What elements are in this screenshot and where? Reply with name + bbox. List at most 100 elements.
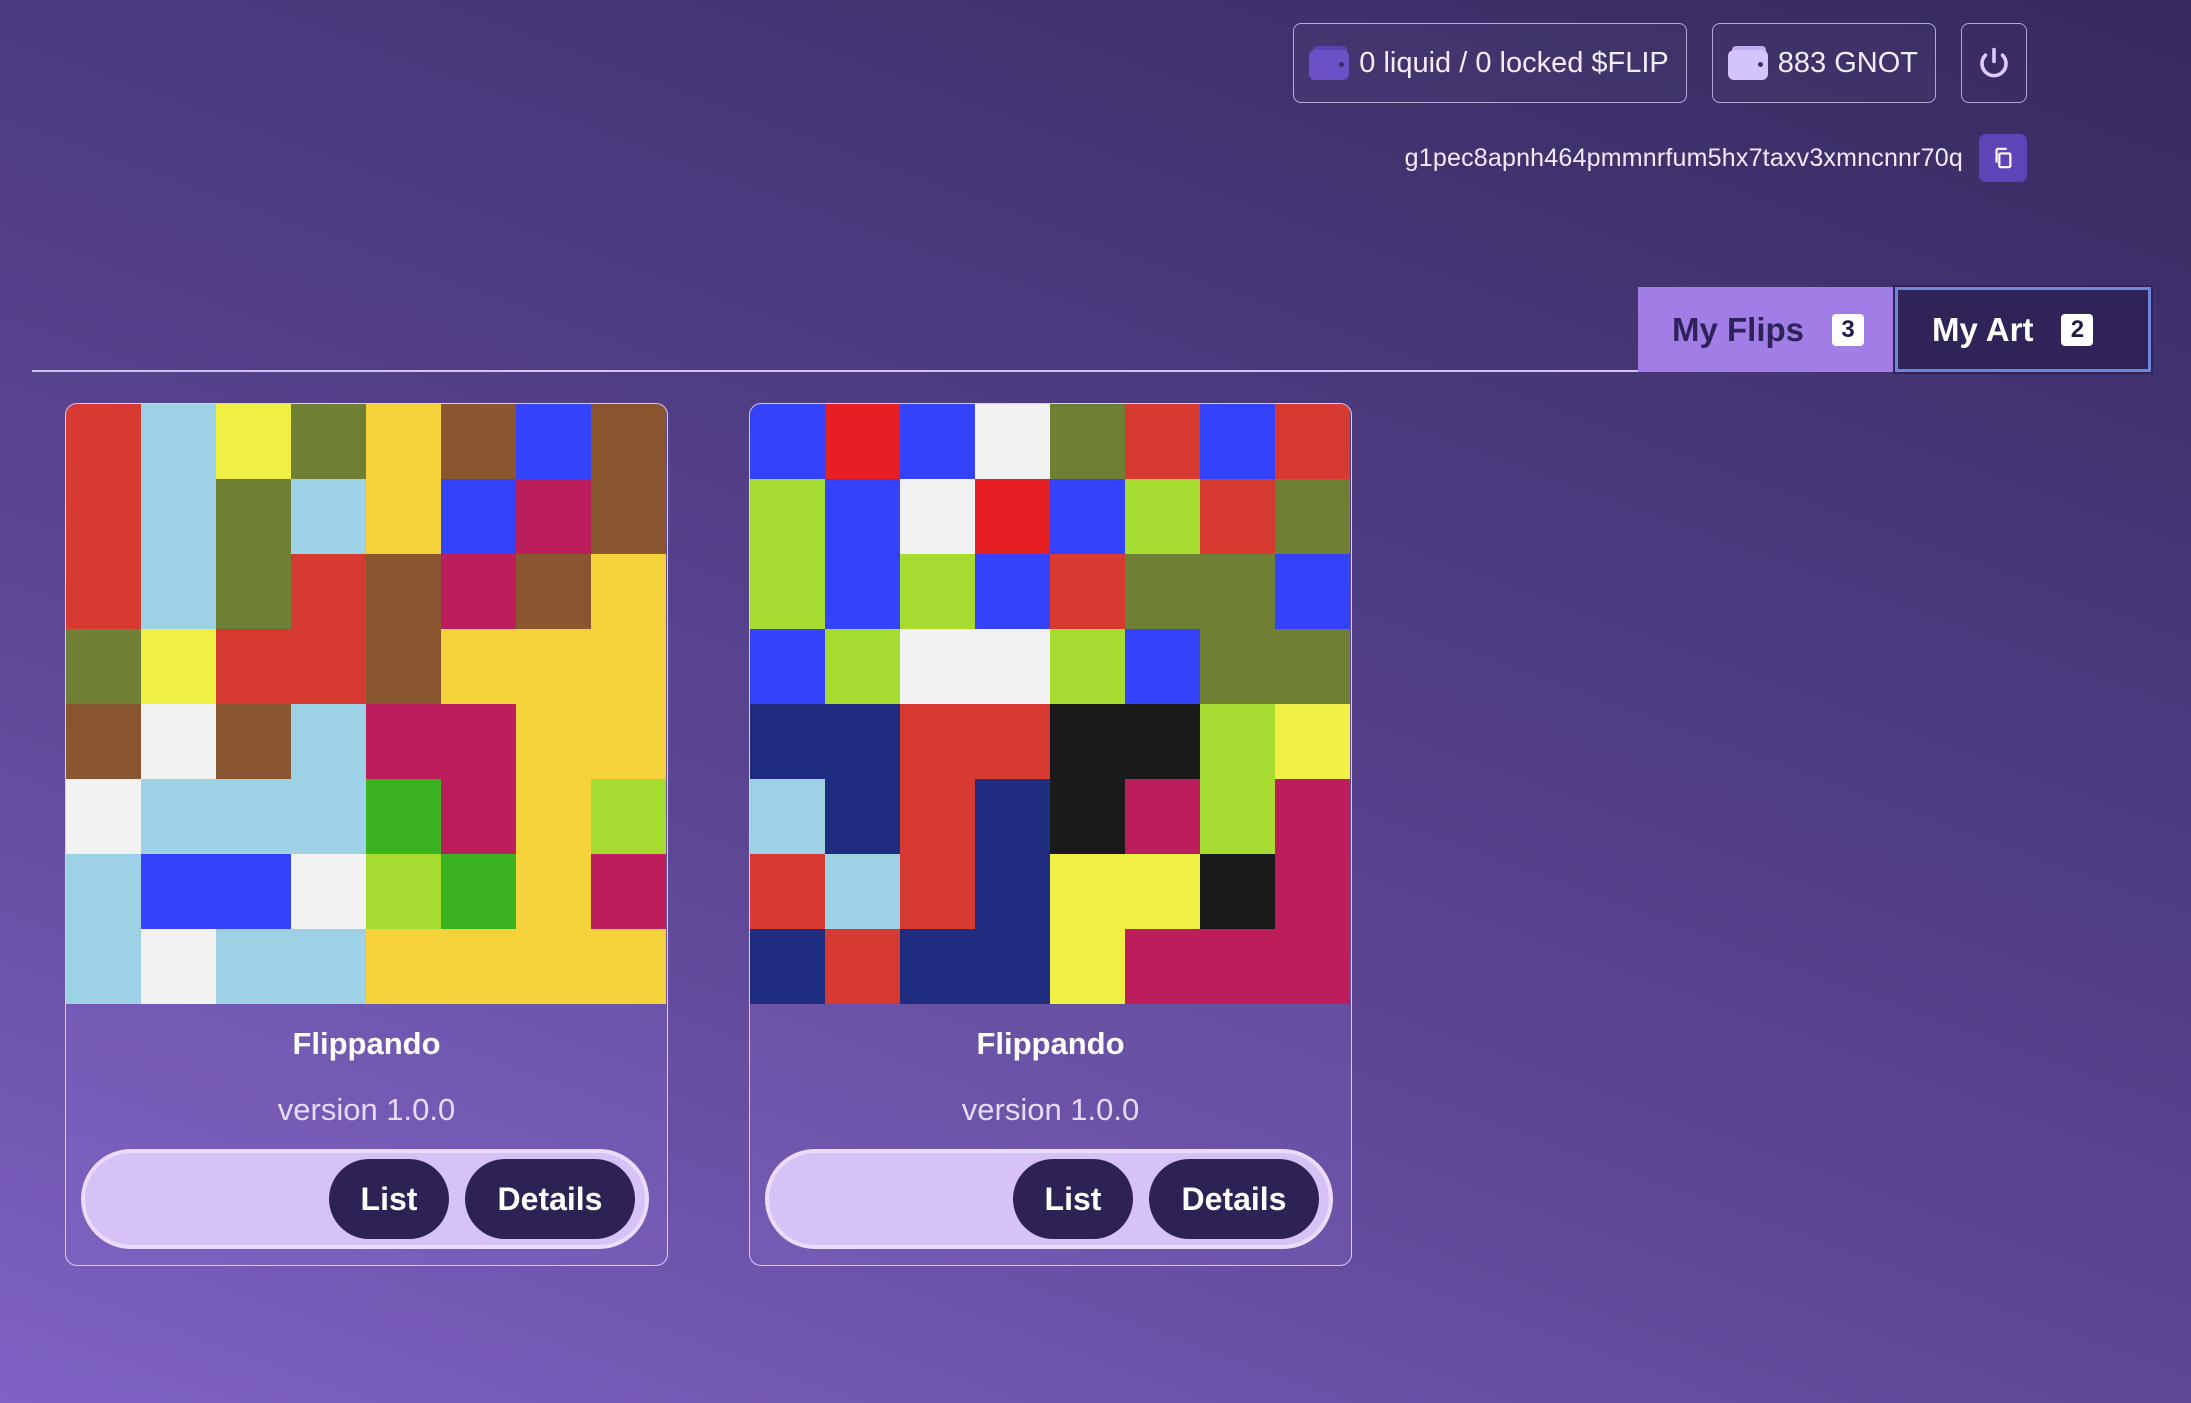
art-pixel: [900, 479, 976, 555]
art-pixel: [1050, 479, 1126, 555]
art-pixel: [975, 479, 1051, 555]
art-pixel: [750, 629, 826, 705]
art-pixel: [216, 929, 292, 1004]
art-pixel: [216, 554, 292, 630]
art-pixel: [1200, 554, 1276, 630]
art-pixel: [975, 554, 1051, 630]
art-pixel: [900, 629, 976, 705]
tab-my-art[interactable]: My Art 2: [1893, 285, 2153, 374]
art-pixel: [975, 854, 1051, 930]
art-pixel: [216, 779, 292, 855]
art-pixel: [1275, 704, 1350, 780]
details-button[interactable]: Details: [1149, 1159, 1319, 1239]
art-pixel: [66, 554, 142, 630]
art-pixel: [975, 779, 1051, 855]
tab-my-flips[interactable]: My Flips 3: [1638, 287, 1895, 372]
copy-address-button[interactable]: [1979, 134, 2027, 182]
wallet-address: g1pec8apnh464pmmnrfum5hx7taxv3xmncnnr70q: [1404, 143, 1963, 172]
address-row: g1pec8apnh464pmmnrfum5hx7taxv3xmncnnr70q: [1405, 134, 2027, 182]
art-pixel: [825, 479, 901, 555]
art-pixel: [441, 704, 517, 780]
art-pixel: [1200, 704, 1276, 780]
art-pixel: [1275, 629, 1350, 705]
art-pixel: [591, 929, 666, 1004]
power-icon: [1980, 47, 2008, 78]
art-pixel: [366, 779, 442, 855]
art-pixel: [66, 779, 142, 855]
art-pixel: [825, 704, 901, 780]
art-pixel: [591, 854, 666, 930]
art-pixel: [291, 704, 367, 780]
art-pixel: [1125, 779, 1201, 855]
art-pixel: [441, 479, 517, 555]
art-pixel: [1200, 929, 1276, 1004]
art-pixel: [516, 404, 592, 480]
flip-balance-text: 0 liquid / 0 locked $FLIP: [1359, 46, 1669, 79]
art-pixel: [66, 929, 142, 1004]
card-title: Flippando: [292, 1026, 441, 1061]
art-pixel: [1125, 854, 1201, 930]
art-pixel: [516, 629, 592, 705]
art-pixel: [900, 779, 976, 855]
art-pixel: [516, 554, 592, 630]
gnot-balance-text: 883 GNOT: [1777, 46, 1918, 79]
art-card: Flippando version 1.0.0 List Details: [749, 403, 1352, 1266]
art-pixel: [975, 404, 1051, 480]
art-pixel: [825, 779, 901, 855]
wallet-icon: [1727, 46, 1768, 80]
art-pixel: [591, 779, 666, 855]
art-pixel: [141, 404, 217, 480]
art-pixel: [1125, 404, 1201, 480]
art-pixel: [750, 554, 826, 630]
art-pixel-grid: [750, 404, 1350, 1004]
art-pixel: [141, 929, 217, 1004]
art-pixel: [516, 704, 592, 780]
art-pixel: [291, 629, 367, 705]
art-pixel: [516, 854, 592, 930]
art-pixel: [1275, 479, 1350, 555]
list-button[interactable]: List: [329, 1159, 449, 1239]
count-badge: 2: [2061, 313, 2094, 346]
count-badge: 3: [1832, 313, 1865, 346]
art-pixel: [141, 479, 217, 555]
art-pixel: [825, 929, 901, 1004]
list-button[interactable]: List: [1013, 1159, 1133, 1239]
art-pixel: [591, 404, 666, 480]
details-button[interactable]: Details: [465, 1159, 635, 1239]
art-pixel: [1050, 704, 1126, 780]
art-pixel: [900, 704, 976, 780]
art-pixel: [441, 404, 517, 480]
art-pixel: [216, 704, 292, 780]
art-pixel: [975, 704, 1051, 780]
art-pixel: [1275, 929, 1350, 1004]
art-pixel: [141, 779, 217, 855]
art-pixel: [66, 854, 142, 930]
art-pixel: [1050, 629, 1126, 705]
wallet-icon: [1309, 46, 1350, 80]
art-pixel: [1275, 854, 1350, 930]
art-pixel: [441, 929, 517, 1004]
art-pixel: [291, 929, 367, 1004]
art-pixel: [141, 554, 217, 630]
art-pixel: [366, 854, 442, 930]
art-pixel: [750, 479, 826, 555]
wallet-bar: 0 liquid / 0 locked $FLIP 883 GNOT: [1293, 23, 2027, 103]
art-pixel: [1125, 629, 1201, 705]
art-pixel: [516, 779, 592, 855]
art-pixel: [441, 629, 517, 705]
art-pixel: [1050, 779, 1126, 855]
art-pixel: [750, 779, 826, 855]
art-pixel: [591, 554, 666, 630]
art-pixel: [441, 554, 517, 630]
art-pixel: [516, 479, 592, 555]
art-pixel: [1050, 854, 1126, 930]
art-pixel: [825, 404, 901, 480]
art-pixel: [900, 929, 976, 1004]
art-pixel: [1050, 929, 1126, 1004]
disconnect-button[interactable]: [1961, 23, 2027, 103]
art-pixel: [1050, 404, 1126, 480]
art-pixel: [1200, 629, 1276, 705]
art-pixel: [66, 404, 142, 480]
art-pixel: [366, 704, 442, 780]
card-actions: List Details: [765, 1149, 1333, 1249]
